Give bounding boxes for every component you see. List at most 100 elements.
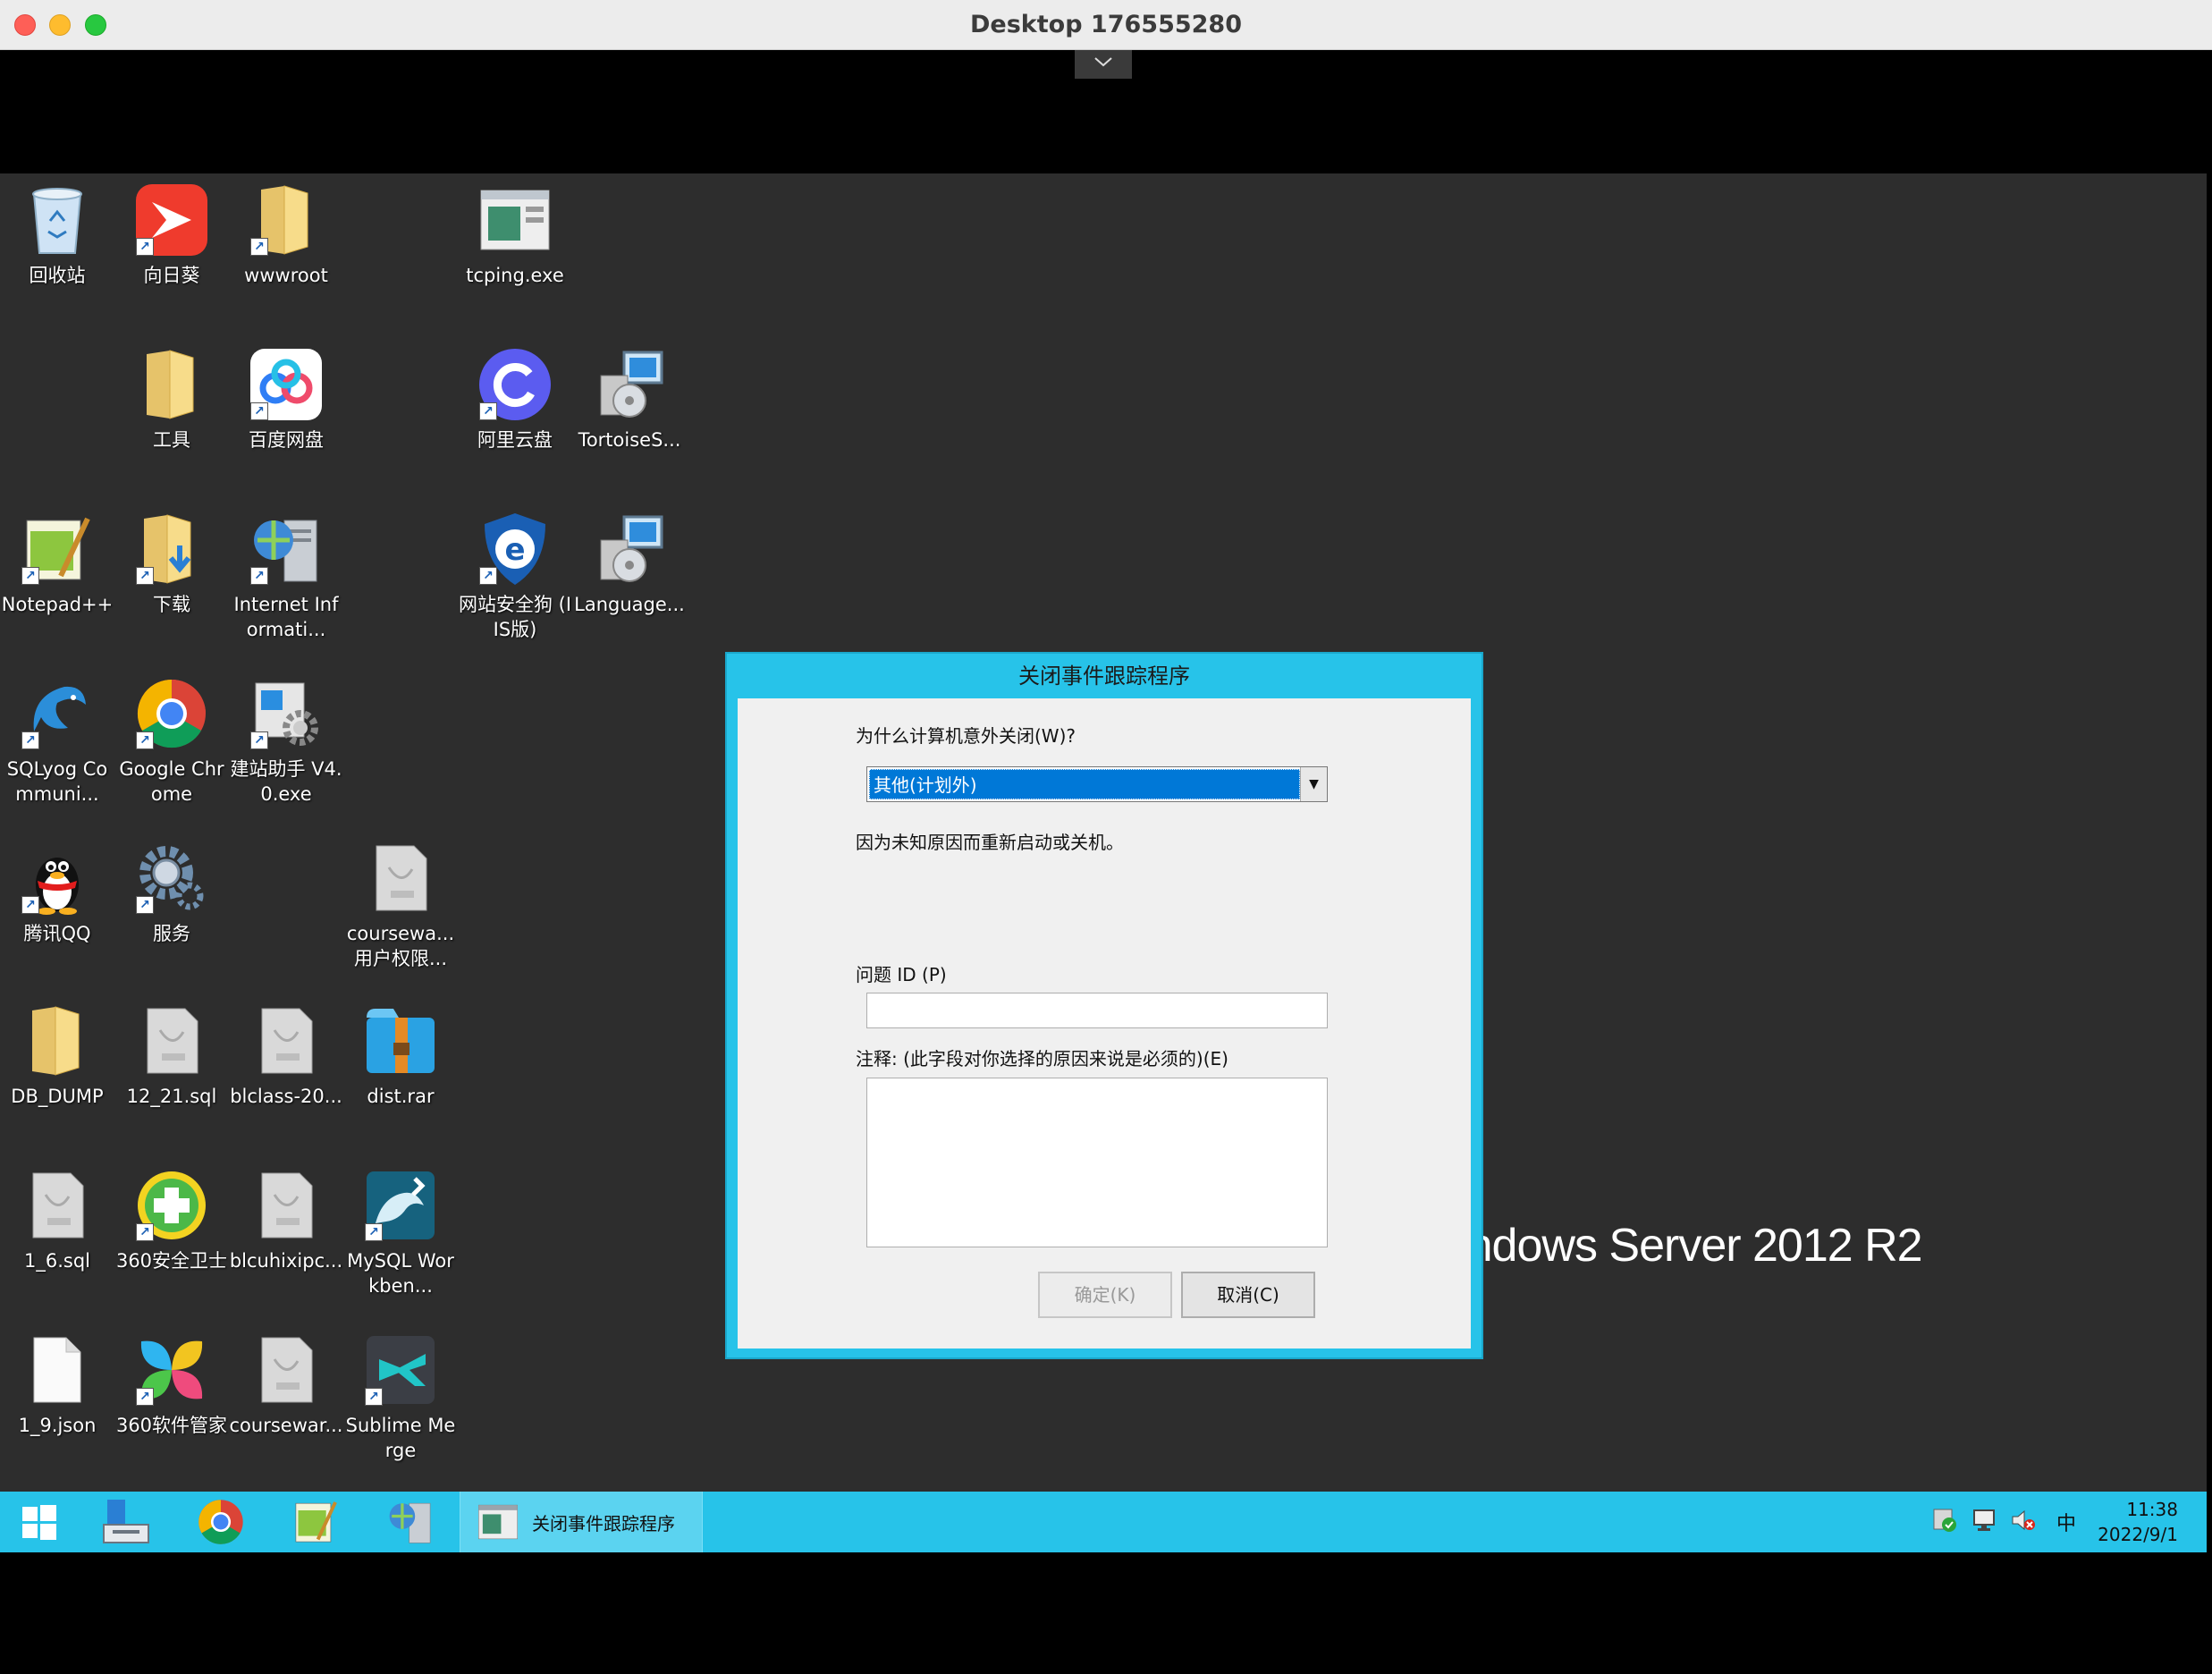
taskbar-chrome[interactable]	[188, 1492, 254, 1552]
desktop-icon-dist-rar[interactable]: dist.rar	[343, 1003, 458, 1109]
desktop-icon-sublime-merge[interactable]: ↗ Sublime Merge	[343, 1332, 458, 1463]
desktop-icon-qq[interactable]: ↗ 腾讯QQ	[0, 841, 114, 946]
window-titlebar: Desktop 176555280	[0, 0, 2212, 50]
desktop-icon-1-9-json[interactable]: 1_9.json	[0, 1332, 114, 1438]
installer-icon	[592, 347, 667, 422]
desktop-icon-services[interactable]: ↗ 服务	[114, 841, 229, 946]
svg-text:e: e	[504, 532, 525, 568]
desktop-icon-sqlyog[interactable]: ↗ SQLyog Communi...	[0, 676, 114, 807]
blank-file-icon	[20, 1332, 95, 1408]
folder-icon	[134, 347, 209, 422]
360-shield-icon: ↗	[134, 1168, 209, 1243]
360-software-manager-icon: ↗	[134, 1332, 209, 1408]
desktop-icon-site-helper[interactable]: ↗ 建站助手 V4.0.exe	[229, 676, 343, 807]
desktop-icon-tools[interactable]: 工具	[114, 347, 229, 452]
desktop-icon-label: Google Chrome	[119, 758, 224, 805]
desktop-icon-12-21-sql[interactable]: 12_21.sql	[114, 1003, 229, 1109]
chrome-icon	[198, 1500, 243, 1544]
sunlogin-icon: ↗	[134, 182, 209, 258]
taskbar-notepadpp[interactable]	[283, 1492, 349, 1552]
taskbar-active-window[interactable]: 关闭事件跟踪程序	[460, 1492, 703, 1552]
folder-icon	[20, 1003, 95, 1078]
desktop-icon-language[interactable]: Language...	[572, 512, 687, 617]
clock-date: 2022/9/1	[2098, 1524, 2178, 1545]
sublime-merge-icon: ↗	[363, 1332, 438, 1408]
desktop-icon-label: 网站安全狗 (IIS版)	[458, 594, 572, 640]
chrome-icon: ↗	[134, 676, 209, 751]
server-manager-icon	[103, 1500, 149, 1543]
system-tray: 中	[1931, 1492, 2076, 1552]
sql-file-icon	[134, 1003, 209, 1078]
desktop-icon-label: 向日葵	[143, 265, 200, 286]
notepadpp-icon: ↗	[20, 512, 95, 587]
windows-start-icon	[22, 1505, 56, 1540]
desktop-icon-label: 回收站	[29, 265, 86, 286]
desktop-icon-label: Sublime Merge	[345, 1415, 456, 1461]
desktop-icon-label: DB_DUMP	[11, 1086, 104, 1107]
taskbar-clock[interactable]: 11:38 2022/9/1	[2098, 1497, 2178, 1547]
desktop-icon-label: wwwroot	[244, 265, 328, 286]
ok-button[interactable]: 确定(K)	[1038, 1272, 1172, 1318]
desktop-icon-coursewar[interactable]: coursewar...	[229, 1332, 343, 1438]
desktop-icon-baidu-netdisk[interactable]: ↗ 百度网盘	[229, 347, 343, 452]
desktop-icon-safedog[interactable]: e ↗ 网站安全狗 (IIS版)	[458, 512, 572, 642]
taskbar-iis[interactable]	[377, 1492, 443, 1552]
desktop-icon-tcping[interactable]: tcping.exe	[458, 182, 572, 288]
desktop-icon-blcuhixipc[interactable]: blcuhixipc...	[229, 1168, 343, 1273]
site-helper-gear-icon: ↗	[249, 676, 324, 751]
desktop-icon-label: 工具	[153, 429, 190, 451]
cancel-button[interactable]: 取消(C)	[1181, 1272, 1315, 1318]
volume-muted-icon[interactable]	[2010, 1507, 2037, 1537]
sql-file-icon	[363, 841, 438, 916]
desktop: 回收站 ↗ Notepad++ ↗ SQLyog Communi... ↗ 腾讯…	[0, 173, 2207, 1492]
chevron-down-icon[interactable]	[1075, 50, 1132, 79]
reason-dropdown[interactable]: 其他(计划外) ▼	[866, 766, 1328, 802]
dropdown-arrow-icon[interactable]: ▼	[1300, 767, 1327, 801]
clock-time: 11:38	[2126, 1499, 2178, 1520]
archive-icon	[363, 1003, 438, 1078]
problem-id-input[interactable]	[866, 993, 1328, 1028]
desktop-icon-label: Language...	[574, 594, 685, 615]
desktop-icon-label: 1_9.json	[18, 1415, 97, 1436]
desktop-icon-iis[interactable]: ↗ Internet Informati...	[229, 512, 343, 642]
desktop-icon-label: Internet Informati...	[233, 594, 339, 640]
desktop-icon-tortoise[interactable]: TortoiseS...	[572, 347, 687, 452]
desktop-icon-mysql-workbench[interactable]: ↗ MySQL Workben...	[343, 1168, 458, 1298]
desktop-icon-recycle-bin[interactable]: 回收站	[0, 182, 114, 288]
desktop-icon-blclass[interactable]: blclass-20...	[229, 1003, 343, 1109]
desktop-icon-label: 1_6.sql	[23, 1250, 90, 1272]
start-button[interactable]	[11, 1492, 68, 1552]
desktop-icon-label: coursewa... 用户权限...	[346, 923, 455, 969]
installer-icon	[592, 512, 667, 587]
shutdown-event-tracker-dialog: 关闭事件跟踪程序 为什么计算机意外关闭(W)? 其他(计划外) ▼ 因为未知原因…	[725, 652, 1483, 1359]
desktop-icon-label: 建站助手 V4.0.exe	[230, 758, 342, 805]
comment-textarea[interactable]	[866, 1078, 1328, 1247]
taskbar: 关闭事件跟踪程序 中 11:38 2022/9/1	[0, 1492, 2207, 1552]
desktop-icon-downloads[interactable]: ↗ 下载	[114, 512, 229, 617]
desktop-icon-google-chrome[interactable]: ↗ Google Chrome	[114, 676, 229, 807]
desktop-icon-wwwroot[interactable]: ↗ wwwroot	[229, 182, 343, 288]
taskbar-server-manager[interactable]	[93, 1492, 159, 1552]
ime-indicator[interactable]: 中	[2056, 1508, 2076, 1536]
network-icon[interactable]	[1971, 1507, 1997, 1537]
desktop-icon-label: dist.rar	[367, 1086, 435, 1107]
desktop-icon-aliyun-drive[interactable]: ↗ 阿里云盘	[458, 347, 572, 452]
desktop-icon-label: blcuhixipc...	[229, 1250, 343, 1272]
reason-label: 为什么计算机意外关闭(W)?	[856, 725, 1076, 747]
desktop-icon-1-6-sql[interactable]: 1_6.sql	[0, 1168, 114, 1273]
desktop-icon-notepadpp[interactable]: ↗ Notepad++	[0, 512, 114, 617]
desktop-icon-coursewa-permissions[interactable]: coursewa... 用户权限...	[343, 841, 458, 971]
desktop-icon-label: blclass-20...	[230, 1086, 342, 1107]
sql-file-icon	[249, 1332, 324, 1408]
desktop-icon-label: 360软件管家	[115, 1415, 228, 1436]
desktop-icon-360-safe[interactable]: ↗ 360安全卫士	[114, 1168, 229, 1273]
desktop-icon-360-software[interactable]: ↗ 360软件管家	[114, 1332, 229, 1438]
qq-penguin-icon: ↗	[20, 841, 95, 916]
desktop-icon-sunlogin[interactable]: ↗ 向日葵	[114, 182, 229, 288]
desktop-icon-db-dump[interactable]: DB_DUMP	[0, 1003, 114, 1109]
reason-description: 因为未知原因而重新启动或关机。	[856, 832, 1124, 853]
exe-window-icon	[478, 1504, 518, 1540]
security-shield-icon[interactable]	[1931, 1507, 1958, 1537]
desktop-icon-label: Notepad++	[1, 594, 114, 615]
recycle-bin-icon	[20, 182, 95, 258]
